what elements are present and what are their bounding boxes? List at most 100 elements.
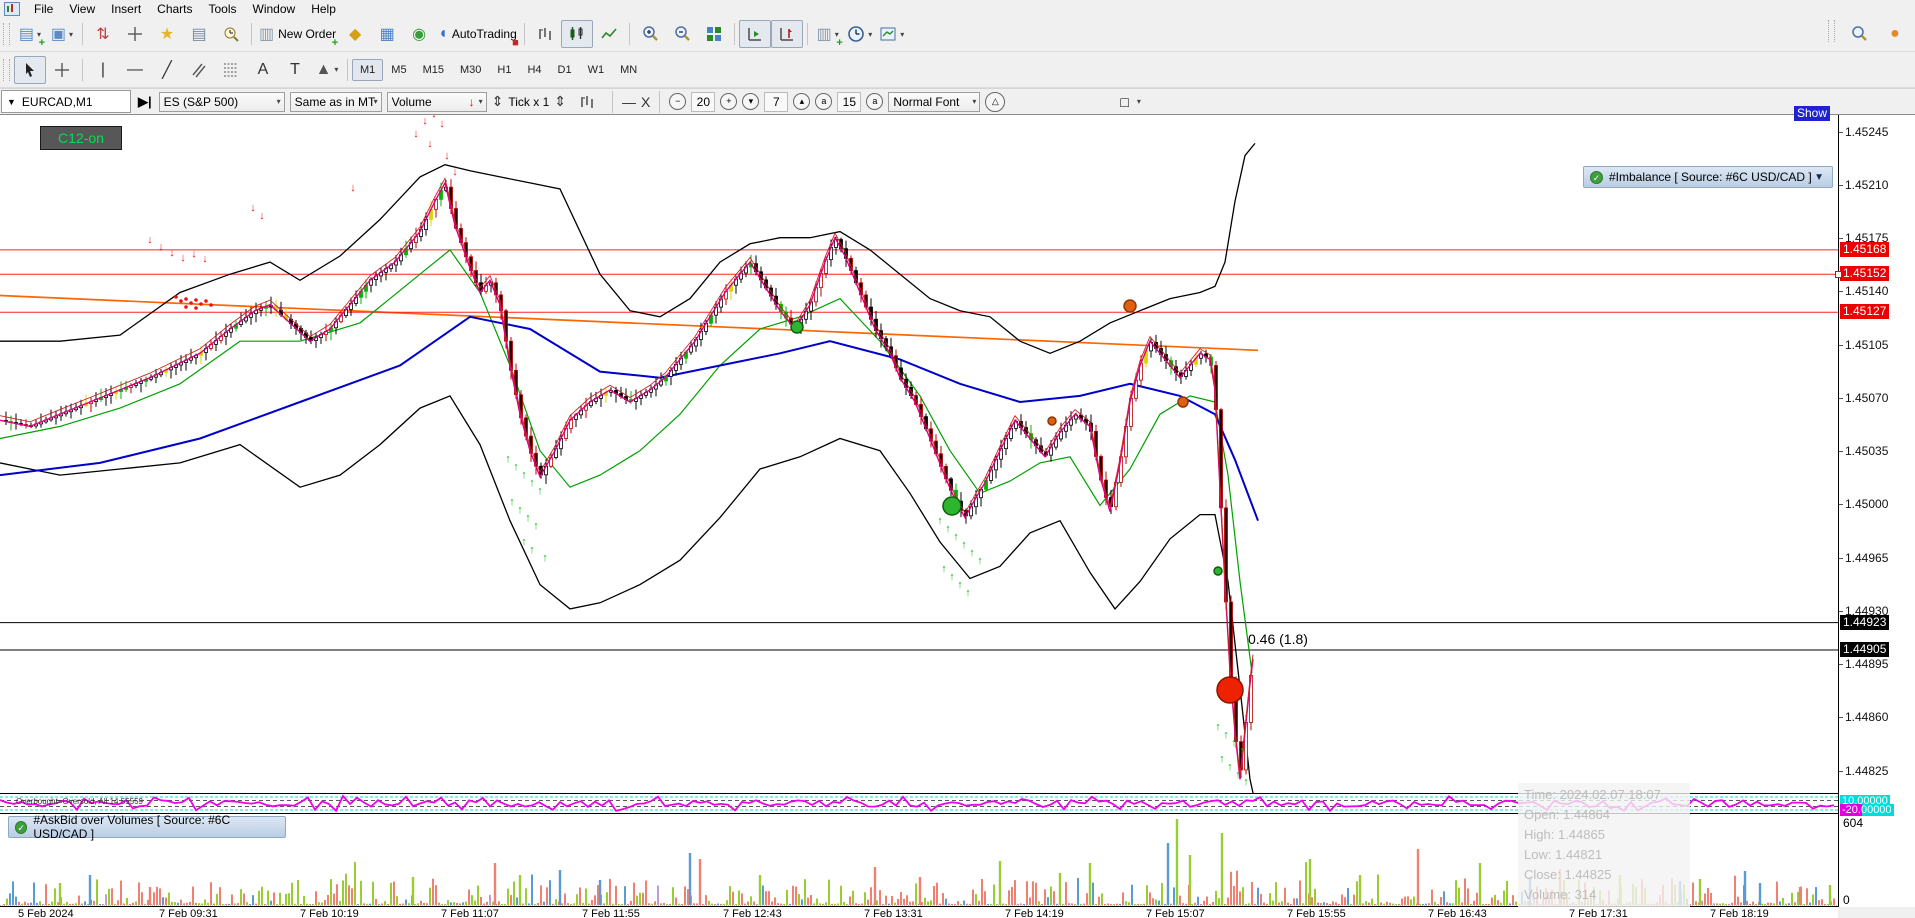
time-axis-label: 7 Feb 15:07 bbox=[1146, 908, 1205, 918]
profiles-button[interactable]: ▣ ▾ bbox=[46, 20, 78, 48]
chevron-down-icon[interactable]: ▼ bbox=[7, 97, 16, 107]
indicators-button[interactable]: ▥ + ▾ bbox=[812, 20, 844, 49]
depth-value[interactable]: 7 bbox=[764, 91, 789, 112]
buy-arrow-icon: ↑ bbox=[1227, 761, 1233, 773]
text-tool[interactable]: A bbox=[247, 56, 279, 84]
minus-button[interactable]: — bbox=[622, 94, 636, 110]
menu-view[interactable]: View bbox=[61, 1, 103, 17]
timeframe-m30[interactable]: M30 bbox=[452, 59, 489, 81]
candle-chart-button[interactable] bbox=[560, 20, 593, 48]
periods-button[interactable]: ▾ bbox=[844, 20, 876, 48]
zoom-level-value[interactable]: 20 bbox=[691, 91, 716, 112]
text-label-tool[interactable]: T bbox=[279, 56, 311, 84]
templates-button[interactable]: ▾ bbox=[876, 20, 908, 48]
crosshair-button[interactable] bbox=[119, 20, 151, 48]
depth-decrease-button[interactable]: ▾ bbox=[742, 93, 760, 110]
periods-button-dropdown-arrow[interactable]: ▾ bbox=[868, 30, 872, 39]
timeframe-h4[interactable]: H4 bbox=[519, 59, 549, 81]
font-size-decrease-button[interactable]: a bbox=[815, 93, 833, 110]
show-button[interactable]: Show bbox=[1794, 106, 1831, 121]
alert-icon[interactable]: △ bbox=[985, 91, 1006, 112]
bar-chart-button[interactable] bbox=[529, 20, 561, 48]
menu-insert[interactable]: Insert bbox=[103, 1, 149, 17]
vertical-line-tool[interactable]: | bbox=[87, 56, 119, 84]
search-icon[interactable] bbox=[1843, 20, 1875, 48]
histogram-toggle-button[interactable] bbox=[571, 88, 603, 116]
scale-toggle-icon[interactable]: ⇕ bbox=[492, 93, 504, 110]
crosshair-tool[interactable] bbox=[46, 56, 78, 84]
terminal-button[interactable]: ▦ bbox=[371, 20, 403, 48]
new-chart-button[interactable]: ▤ + ▾ bbox=[14, 20, 46, 49]
templates-button-dropdown-arrow[interactable]: ▾ bbox=[900, 30, 904, 39]
buy-arrow-icon: ↑ bbox=[505, 453, 511, 465]
line-chart-button[interactable] bbox=[593, 20, 625, 48]
mode-dropdown[interactable]: Same as in MT ▾ bbox=[289, 91, 382, 112]
market-watch-button[interactable]: ⇅ bbox=[87, 20, 119, 48]
font-dropdown[interactable]: Normal Font ▾ bbox=[888, 91, 981, 112]
window-style-button[interactable]: □ bbox=[1120, 94, 1128, 110]
strategy-tester-button[interactable] bbox=[215, 20, 247, 48]
imbalance-indicator-dropdown[interactable]: ✓ #Imbalance [ Source: #6C USD/CAD ] ▼ bbox=[1583, 166, 1833, 188]
data-window-button[interactable]: ▤ bbox=[183, 20, 215, 48]
buy-arrow-icon: ↑ bbox=[1239, 745, 1245, 757]
chart-annotation: 0.46 (1.8) bbox=[1248, 631, 1308, 647]
search-community-button[interactable]: ◉ bbox=[403, 20, 435, 48]
price-chart-canvas[interactable]: ↓↓↓↓↓↓↓↓↓↓↓↓↓↓↓↓↑↑↑↑↑↑↑↑↑↑↑↑↑↑↑↑↑↑↑↑↑↑↑↑… bbox=[0, 115, 1838, 793]
notifications-icon[interactable]: ● bbox=[1879, 20, 1911, 48]
timeframe-m15[interactable]: M15 bbox=[415, 59, 452, 81]
horizontal-line-tool[interactable]: — bbox=[119, 56, 151, 84]
channel-tool[interactable] bbox=[183, 56, 215, 84]
strip-axis-label: -20.00000 bbox=[1840, 804, 1894, 816]
timeframe-h1[interactable]: H1 bbox=[489, 59, 519, 81]
close-button[interactable]: X bbox=[641, 94, 650, 110]
profiles-button-dropdown-arrow[interactable]: ▾ bbox=[69, 30, 73, 39]
price-axis-tick: 1.45035 bbox=[1838, 444, 1889, 459]
arrows-tool-dropdown-arrow[interactable]: ▾ bbox=[334, 65, 338, 74]
chart-shift-button[interactable] bbox=[770, 20, 803, 48]
new-order-button[interactable]: ▥ + New Order bbox=[256, 20, 339, 49]
menu-help[interactable]: Help bbox=[303, 1, 344, 17]
autotrading-button[interactable]: ◖ ■ AutoTrading bbox=[435, 20, 520, 49]
menu-tools[interactable]: Tools bbox=[201, 1, 245, 17]
price-pane[interactable]: ↓↓↓↓↓↓↓↓↓↓↓↓↓↓↓↓↑↑↑↑↑↑↑↑↑↑↑↑↑↑↑↑↑↑↑↑↑↑↑↑… bbox=[0, 115, 1838, 794]
buy-arrow-icon: ↑ bbox=[1223, 729, 1229, 741]
volume-dropdown[interactable]: Volume ▾ ↓ bbox=[386, 91, 487, 112]
tick-multiplier-label[interactable]: Tick x 1 bbox=[508, 95, 549, 109]
tile-windows-button[interactable] bbox=[698, 20, 730, 48]
c12-toggle-button[interactable]: C12-on bbox=[40, 126, 122, 150]
font-size-increase-button[interactable]: a bbox=[866, 93, 884, 110]
timeframe-d1[interactable]: D1 bbox=[550, 59, 580, 81]
metaeditor-button[interactable]: ◆ bbox=[339, 20, 371, 48]
time-axis-label: 7 Feb 10:19 bbox=[300, 908, 359, 918]
menu-window[interactable]: Window bbox=[245, 1, 304, 17]
line-handle-marker[interactable] bbox=[1835, 271, 1842, 279]
timeframe-m1[interactable]: M1 bbox=[352, 58, 384, 81]
favorites-button[interactable]: ★ bbox=[151, 20, 183, 48]
chart-symbol-title[interactable]: ▼ EURCAD,M1 bbox=[1, 90, 131, 113]
zoom-level-decrease-button[interactable]: − bbox=[669, 93, 687, 110]
cursor-tool[interactable] bbox=[14, 55, 46, 84]
sell-arrow-icon: ↓ bbox=[202, 253, 208, 265]
auto-scroll-button[interactable] bbox=[738, 20, 771, 48]
window-style-dropdown[interactable]: ▾ bbox=[1137, 97, 1141, 106]
menu-file[interactable]: File bbox=[26, 1, 61, 17]
tick-scale-icon[interactable]: ⇕ bbox=[554, 93, 566, 110]
timeframe-mn[interactable]: MN bbox=[612, 59, 645, 81]
price-axis[interactable]: 1.45245 1.45210 1.45175 1.45140 1.45105 1.450… bbox=[1835, 115, 1915, 907]
fibonacci-tool[interactable] bbox=[215, 56, 247, 84]
zoom-level-increase-button[interactable]: + bbox=[720, 93, 738, 110]
symbol-source-dropdown[interactable]: ES (S&P 500) ▾ bbox=[158, 91, 285, 112]
depth-increase-button[interactable]: ▴ bbox=[793, 93, 811, 110]
sell-arrow-icon: ↓ bbox=[169, 247, 175, 259]
font-size-value[interactable]: 15 bbox=[837, 91, 862, 112]
arrows-tool[interactable]: ▲ ▾ bbox=[311, 56, 343, 84]
menu-charts[interactable]: Charts bbox=[149, 1, 200, 17]
sell-arrow-icon: ↓ bbox=[444, 150, 450, 162]
timeframe-m5[interactable]: M5 bbox=[383, 59, 414, 81]
trendline-tool[interactable]: ╱ bbox=[151, 56, 183, 84]
play-step-button[interactable]: ▶| bbox=[138, 94, 152, 110]
zoom-in-button[interactable] bbox=[634, 20, 666, 48]
timeframe-w1[interactable]: W1 bbox=[580, 59, 613, 81]
zoom-out-button[interactable] bbox=[666, 20, 698, 48]
askbid-indicator-label[interactable]: ✓ #AskBid over Volumes [ Source: #6C USD… bbox=[8, 813, 286, 841]
